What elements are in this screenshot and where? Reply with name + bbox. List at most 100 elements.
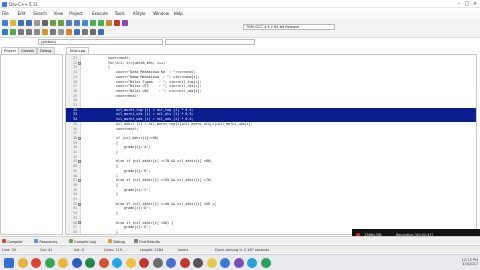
skype-icon[interactable]: [112, 258, 122, 268]
menu-project[interactable]: Project: [69, 11, 83, 16]
rebuild-icon[interactable]: [106, 20, 112, 26]
menu-astyle[interactable]: AStyle: [133, 11, 146, 16]
fold-toggle-icon[interactable]: -: [78, 61, 81, 65]
menu-edit[interactable]: Edit: [18, 11, 26, 16]
minimize-icon[interactable]: –: [456, 1, 462, 7]
unindent-icon[interactable]: [26, 29, 32, 35]
fold-toggle-icon[interactable]: -: [78, 202, 81, 206]
indent-icon[interactable]: [18, 29, 24, 35]
fold-toggle-icon[interactable]: -: [78, 136, 81, 140]
powerpoint-icon[interactable]: [98, 258, 109, 268]
tab-compiler[interactable]: Compiler: [2, 239, 23, 245]
grid-icon[interactable]: [58, 29, 64, 35]
word-icon[interactable]: [71, 258, 82, 268]
clock-date: 4/3/2017: [462, 262, 478, 266]
fold-toggle-icon[interactable]: -: [78, 221, 81, 225]
status-col: Col: 41: [40, 247, 53, 252]
open-icon[interactable]: [10, 20, 16, 26]
tab-classes[interactable]: Classes: [18, 47, 38, 54]
paint-icon[interactable]: [139, 258, 149, 268]
status-lines: Lines: 119: [104, 247, 123, 252]
menu-view[interactable]: View: [54, 11, 64, 16]
fold-toggle-icon[interactable]: -: [78, 179, 81, 183]
title-bar: Dev-C++ 5.11 – □ ×: [0, 0, 480, 8]
new-file-icon[interactable]: [2, 20, 8, 26]
tab-project[interactable]: Project: [1, 47, 19, 54]
line-number: 58: [73, 229, 77, 234]
debug-icon[interactable]: [122, 20, 128, 26]
tab-debug[interactable]: Debug: [108, 239, 125, 245]
goto-icon[interactable]: [50, 29, 56, 35]
save-icon[interactable]: [18, 20, 24, 26]
tab-find-results[interactable]: Find Results: [133, 239, 160, 245]
tab-debug[interactable]: Debug: [37, 47, 55, 54]
toggle-comment-icon[interactable]: [34, 29, 40, 35]
store-icon[interactable]: [247, 258, 257, 268]
code-editor[interactable]: 21 cout<<endl; 22- for(i=1; i<=jumlah_mhs; …: [65, 54, 477, 235]
menu-tools[interactable]: Tools: [115, 11, 125, 16]
compile-run-icon[interactable]: [98, 20, 104, 26]
compile-icon[interactable]: [82, 20, 88, 26]
status-info: Done parsing in 2.187 seconds: [215, 247, 270, 252]
settings-icon[interactable]: [152, 258, 163, 268]
bottom-tab-label: Resources: [39, 239, 58, 244]
status-line: Line: 25: [2, 247, 17, 252]
recorder-icon[interactable]: [179, 258, 190, 268]
tab-compile-log[interactable]: Compile Log: [69, 239, 96, 245]
start-icon[interactable]: [4, 258, 14, 268]
print-icon[interactable]: [42, 20, 48, 26]
menu-search[interactable]: Search: [33, 11, 47, 16]
status-mode: Insert: [178, 247, 189, 252]
fold-toggle-icon[interactable]: -: [78, 160, 81, 164]
status-bar: Line: 25 Col: 41 Sel: 0 Lines: 119 Lengt…: [0, 245, 480, 253]
menu-window[interactable]: Window: [153, 11, 169, 16]
project-icon[interactable]: [74, 29, 80, 35]
mail-icon[interactable]: [220, 258, 230, 268]
class-icon[interactable]: [66, 29, 72, 35]
stop-icon[interactable]: [114, 20, 120, 26]
browser-icon[interactable]: [31, 258, 41, 268]
find-icon[interactable]: [66, 20, 72, 26]
check-icon[interactable]: [10, 29, 16, 35]
tab-resources[interactable]: Resources: [34, 239, 57, 245]
profile-icon[interactable]: [2, 29, 8, 35]
redo-icon[interactable]: [58, 20, 64, 26]
close-file-icon[interactable]: [34, 20, 40, 26]
scope-dropdown[interactable]: (globals): [38, 39, 163, 45]
maximize-icon[interactable]: □: [464, 1, 470, 7]
media-icon[interactable]: [44, 258, 55, 268]
chrome-icon[interactable]: [58, 258, 68, 268]
status-length: Length: 2284: [140, 247, 164, 252]
options-icon[interactable]: [90, 29, 96, 35]
menu-execute[interactable]: Execute: [92, 11, 108, 16]
save-all-icon[interactable]: [26, 20, 32, 26]
calc-icon[interactable]: [193, 258, 203, 268]
code-text: }: [116, 229, 119, 234]
green-icon[interactable]: [260, 258, 271, 268]
bottom-tabs: Compiler Resources Compile Log Debug Find Re…: [0, 236, 480, 244]
devcpp-icon[interactable]: [166, 258, 176, 268]
compiler-dropdown[interactable]: TDM-GCC 4.9.2 64-bit Release: [243, 24, 335, 30]
notes-icon[interactable]: [206, 258, 217, 268]
excel-icon[interactable]: [85, 258, 95, 268]
menu-file[interactable]: File: [2, 11, 9, 16]
replace-icon[interactable]: [74, 20, 80, 26]
explorer-icon[interactable]: [17, 258, 28, 268]
game-icon[interactable]: [233, 258, 244, 268]
file-tab[interactable]: Nilai.cpp: [66, 47, 90, 54]
close-icon[interactable]: ×: [472, 1, 478, 7]
run-icon[interactable]: [90, 20, 96, 26]
window-title: Dev-C++ 5.11: [9, 1, 38, 7]
symbol-dropdown[interactable]: [165, 39, 255, 45]
compiler-icon: [2, 239, 6, 244]
folder-icon[interactable]: [125, 258, 136, 268]
menu-help[interactable]: Help: [174, 11, 183, 16]
undo-icon[interactable]: [50, 20, 56, 26]
app-icon: [2, 1, 7, 7]
help-icon[interactable]: [98, 29, 104, 35]
bottom-tab-label: Compile Log: [74, 239, 96, 244]
bookmark-icon[interactable]: [42, 29, 48, 35]
insert-icon[interactable]: [82, 29, 88, 35]
debug-icon: [108, 239, 113, 244]
find-results-icon: [133, 239, 138, 244]
